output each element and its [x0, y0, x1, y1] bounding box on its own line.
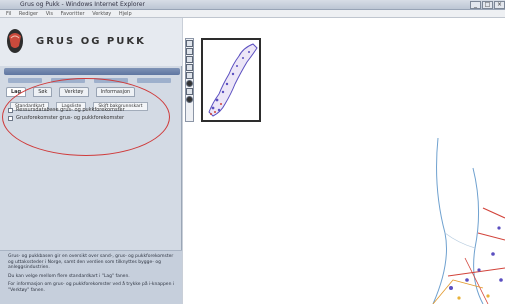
- map-toolbar: [185, 38, 194, 122]
- zoom-in-icon[interactable]: [186, 40, 193, 47]
- menu-bar: Fil Rediger Vis Favoritter Verktøy Hjelp: [0, 10, 505, 18]
- logo-icon: [7, 29, 23, 53]
- nav-strip: [4, 68, 180, 83]
- home-icon[interactable]: [186, 96, 193, 103]
- maximize-button[interactable]: □: [482, 1, 493, 9]
- window-title: Grus og Pukk - Windows Internet Explorer: [20, 1, 145, 8]
- pan-icon[interactable]: [186, 56, 193, 63]
- sidebar: GRUS OG PUKK Lag Søk Verktøy Informasjon…: [0, 18, 182, 304]
- info-text: Du kan velge mellom flere standardkart i…: [8, 273, 130, 279]
- nav-button[interactable]: [137, 78, 172, 83]
- app-title: GRUS OG PUKK: [36, 36, 146, 47]
- highlight-ring: [2, 78, 170, 156]
- window-titlebar: Grus og Pukk - Windows Internet Explorer…: [0, 0, 505, 10]
- header: GRUS OG PUKK: [0, 18, 182, 66]
- zoom-out-icon[interactable]: [186, 48, 193, 55]
- info-icon[interactable]: [186, 64, 193, 71]
- norway-overview-icon: [208, 43, 258, 117]
- measure-icon[interactable]: [186, 72, 193, 79]
- minimize-button[interactable]: _: [470, 1, 481, 9]
- menu-favorites[interactable]: Favoritter: [61, 10, 85, 18]
- menu-edit[interactable]: Rediger: [19, 10, 38, 18]
- menu-tools[interactable]: Verktøy: [92, 10, 111, 18]
- info-text: For informasjon om grus- og pukkforekoms…: [8, 282, 175, 293]
- info-text: Grus- og pukkbasen gir en oversikt over …: [8, 254, 174, 270]
- print-icon[interactable]: [186, 88, 193, 95]
- info-panel: Grus- og pukkbasen gir en oversikt over …: [0, 250, 182, 304]
- map-view[interactable]: [183, 18, 505, 304]
- menu-file[interactable]: Fil: [6, 10, 11, 18]
- menu-view[interactable]: Vis: [46, 10, 53, 18]
- close-button[interactable]: ×: [494, 1, 505, 9]
- overview-map[interactable]: [201, 38, 261, 122]
- globe-icon[interactable]: [186, 80, 193, 87]
- menu-help[interactable]: Hjelp: [119, 10, 132, 18]
